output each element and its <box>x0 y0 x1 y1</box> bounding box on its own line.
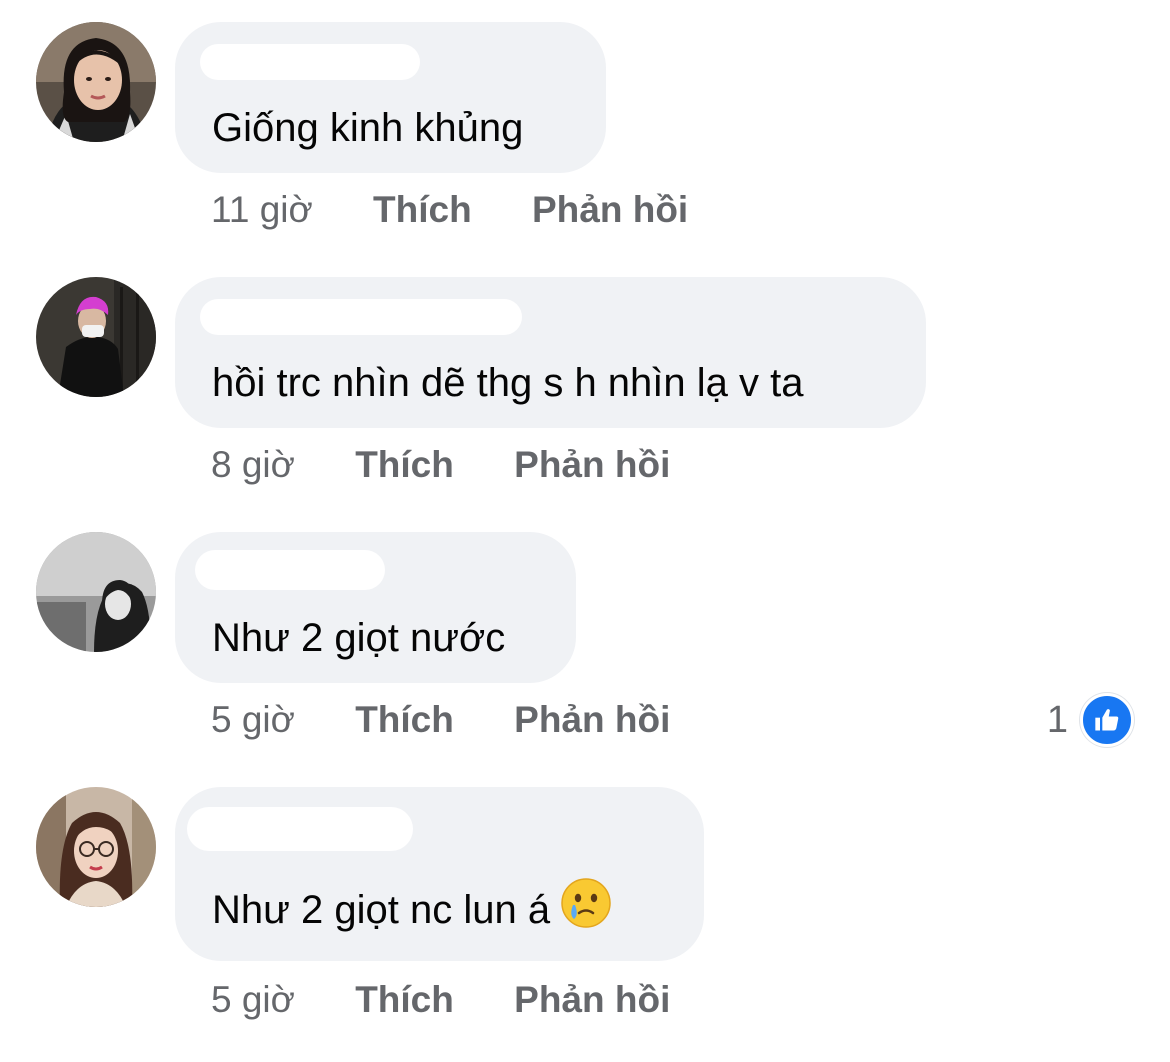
comment-actions: 11 giờ Thích Phản hồi <box>211 188 688 232</box>
like-button[interactable]: Thích <box>355 698 454 742</box>
comment-1: Giống kinh khủng 11 giờ Thích Phản hồi <box>0 0 1170 255</box>
reply-button[interactable]: Phản hồi <box>532 188 688 232</box>
like-button[interactable]: Thích <box>355 978 454 1022</box>
reaction-summary[interactable]: 1 <box>1046 693 1134 747</box>
comment-time: 5 giờ <box>211 699 295 740</box>
comment-time: 8 giờ <box>211 444 295 485</box>
reply-button[interactable]: Phản hồi <box>514 443 670 487</box>
face-holding-back-tears-emoji <box>560 877 612 940</box>
avatar[interactable] <box>36 277 156 397</box>
comment-2: hồi trc nhìn dẽ thg s h nhìn lạ v ta 8 g… <box>0 255 1170 510</box>
like-button[interactable]: Thích <box>355 443 454 487</box>
reply-button[interactable]: Phản hồi <box>514 698 670 742</box>
reaction-count: 1 <box>1046 698 1068 741</box>
comment-actions: 8 giờ Thích Phản hồi <box>211 443 670 487</box>
comment-3: Như 2 giọt nước 5 giờ Thích Phản hồi 1 <box>0 510 1170 765</box>
redacted-author-name <box>195 550 385 590</box>
redacted-author-name <box>200 299 522 335</box>
comment-time: 11 giờ <box>211 189 313 230</box>
comment-4: Như 2 giọt nc lun á 5 giờ Thích Phản hồi <box>0 765 1170 1062</box>
avatar[interactable] <box>36 22 156 142</box>
avatar[interactable] <box>36 532 156 652</box>
comment-bubble: hồi trc nhìn dẽ thg s h nhìn lạ v ta <box>175 277 926 428</box>
like-thumb-icon <box>1080 693 1134 747</box>
like-button[interactable]: Thích <box>373 188 472 232</box>
comment-text: Giống kinh khủng <box>212 106 524 150</box>
comment-text: Như 2 giọt nc lun á <box>212 878 612 940</box>
avatar[interactable] <box>36 787 156 907</box>
reply-button[interactable]: Phản hồi <box>514 978 670 1022</box>
comment-text: Như 2 giọt nước <box>212 616 506 660</box>
redacted-author-name <box>200 44 420 80</box>
comment-text: hồi trc nhìn dẽ thg s h nhìn lạ v ta <box>212 361 804 405</box>
comment-bubble: Như 2 giọt nc lun á <box>175 787 704 961</box>
comment-actions: 5 giờ Thích Phản hồi <box>211 698 670 742</box>
redacted-author-name <box>187 807 413 851</box>
comment-bubble: Như 2 giọt nước <box>175 532 576 683</box>
comment-time: 5 giờ <box>211 979 295 1020</box>
comment-actions: 5 giờ Thích Phản hồi <box>211 978 670 1022</box>
comment-bubble: Giống kinh khủng <box>175 22 606 173</box>
comment-text-body: Như 2 giọt nc lun á <box>212 888 551 933</box>
